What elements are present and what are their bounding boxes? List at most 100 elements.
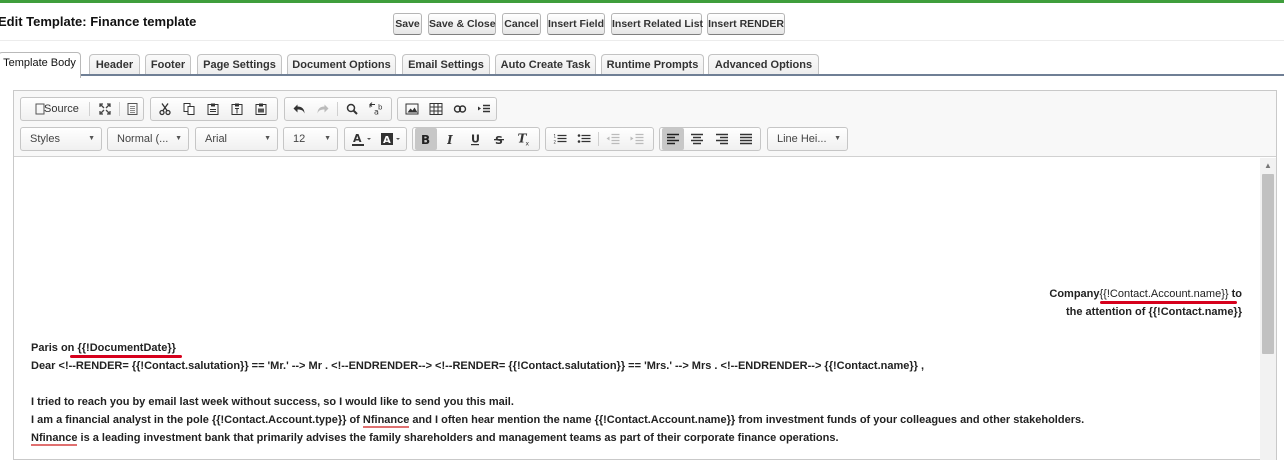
spellcheck-word: Nfinance [31,432,78,446]
toolbar-group-editing: ab [284,97,392,121]
paragraph-1: I tried to reach you by email last week … [31,396,514,408]
table-button[interactable] [425,98,447,120]
copy-button[interactable] [178,98,200,120]
tab-template-body[interactable]: Template Body [0,52,81,78]
tab-page-settings[interactable]: Page Settings [197,54,282,76]
insert-related-list-button[interactable]: Insert Related List [611,13,703,35]
styles-value: Styles [30,133,60,145]
paragraph-3-end: is a leading investment bank that primar… [77,432,839,444]
paste-button[interactable] [202,98,224,120]
tab-underline [0,74,1284,76]
toolbar-group-insert [397,97,497,121]
line-height-dropdown[interactable]: Line Hei... ▼ [767,127,848,151]
paragraph-2-start: I am a financial analyst in the pole {{!… [31,414,363,426]
page-break-button[interactable] [473,98,495,120]
chevron-down-icon: ▼ [88,135,95,142]
maximize-icon [99,103,111,115]
redo-button[interactable] [312,98,334,120]
justify-button[interactable] [735,128,757,150]
company-suffix: to [1228,288,1242,300]
attention-line: the attention of {{!Contact.name}} [1065,306,1242,318]
maximize-button[interactable] [94,98,116,120]
tab-auto-create-task[interactable]: Auto Create Task [495,54,596,76]
paste-icon [207,103,219,115]
image-button[interactable] [401,98,423,120]
scroll-up-icon[interactable]: ▲ [1264,161,1272,170]
font-size-value: 12 [293,133,306,145]
paragraph-2-end: and I often hear mention the name {{!Con… [409,414,1085,426]
strikethrough-icon: S [494,134,504,145]
align-center-button[interactable] [686,128,708,150]
font-dropdown[interactable]: Arial ▼ [195,127,278,151]
tab-advanced-options[interactable]: Advanced Options [708,54,819,76]
toolbar-group-basicstyles: B I U S Tx [412,127,540,151]
tab-footer[interactable]: Footer [145,54,191,76]
chevron-down-icon: ▼ [834,135,841,142]
decrease-indent-button[interactable] [602,128,624,150]
save-and-close-button[interactable]: Save & Close [428,13,496,35]
editor-scrollbar[interactable]: ▲ [1260,158,1276,460]
bulleted-list-button[interactable] [573,128,595,150]
scroll-thumb[interactable] [1262,174,1274,354]
find-button[interactable] [341,98,363,120]
document-date-field: {{!DocumentDate}} [77,342,176,354]
paste-text-button[interactable] [226,98,248,120]
tab-runtime-prompts[interactable]: Runtime Prompts [601,54,704,76]
bold-button[interactable]: B [415,128,437,150]
line-height-value: Line Hei... [777,133,827,145]
italic-button[interactable]: I [440,128,462,150]
justify-icon [740,133,752,145]
cancel-button[interactable]: Cancel [502,13,541,35]
paris-prefix: Paris on [31,342,78,354]
numbered-list-button[interactable]: 12 [549,128,571,150]
cut-button[interactable] [154,98,176,120]
editor-toolbar: Source a b Styles ▼ Normal (... ▼ Arial … [14,91,1276,157]
paste-word-icon [255,103,267,115]
strikethrough-button[interactable]: S [488,128,510,150]
page-title: Edit Template: Finance template [0,14,197,29]
align-right-button[interactable] [711,128,733,150]
replace-button[interactable]: ab [365,98,387,120]
align-left-button[interactable] [662,128,684,150]
toolbar-group-lists: 12 [545,127,654,151]
separator [598,132,599,146]
styles-dropdown[interactable]: Styles ▼ [20,127,102,151]
svg-text:U: U [471,133,480,146]
svg-text:B: B [421,133,430,145]
tab-document-options[interactable]: Document Options [287,54,396,76]
toolbar-group-clipboard [150,97,278,121]
source-button[interactable]: Source [27,98,83,120]
underline-icon: U [471,133,480,146]
numbered-list-icon: 12 [554,134,567,145]
remove-format-icon: Tx [518,133,530,146]
background-color-button[interactable]: A [377,128,405,150]
format-dropdown[interactable]: Normal (... ▼ [107,127,189,151]
insert-render-button[interactable]: Insert RENDER [707,13,785,35]
tab-email-settings[interactable]: Email Settings [402,54,490,76]
tab-header[interactable]: Header [89,54,140,76]
increase-indent-button[interactable] [626,128,648,150]
separator [119,102,120,116]
copy-icon [183,103,195,115]
save-button[interactable]: Save [393,13,422,35]
underline-button[interactable]: U [464,128,486,150]
undo-button[interactable] [288,98,310,120]
paste-from-word-button[interactable] [250,98,272,120]
show-blocks-button[interactable] [122,98,142,120]
svg-text:A: A [383,135,391,146]
remove-format-button[interactable]: Tx [512,128,536,150]
font-size-dropdown[interactable]: 12 ▼ [283,127,338,151]
editor-content-area[interactable]: Company{{!Contact.Account.name}} to the … [14,158,1259,458]
chevron-down-icon: ▼ [175,135,182,142]
undo-icon [293,104,305,114]
toolbar-group-align [659,127,761,151]
paragraph-3: Nfinance is a leading investment bank th… [31,432,839,446]
text-color-button[interactable]: A [348,128,376,150]
svg-text:2: 2 [554,140,557,145]
insert-field-button[interactable]: Insert Field [547,13,605,35]
redo-icon [317,104,329,114]
page-break-icon [478,104,490,113]
link-button[interactable] [449,98,471,120]
svg-text:x: x [526,141,530,146]
chevron-down-icon: ▼ [324,135,331,142]
